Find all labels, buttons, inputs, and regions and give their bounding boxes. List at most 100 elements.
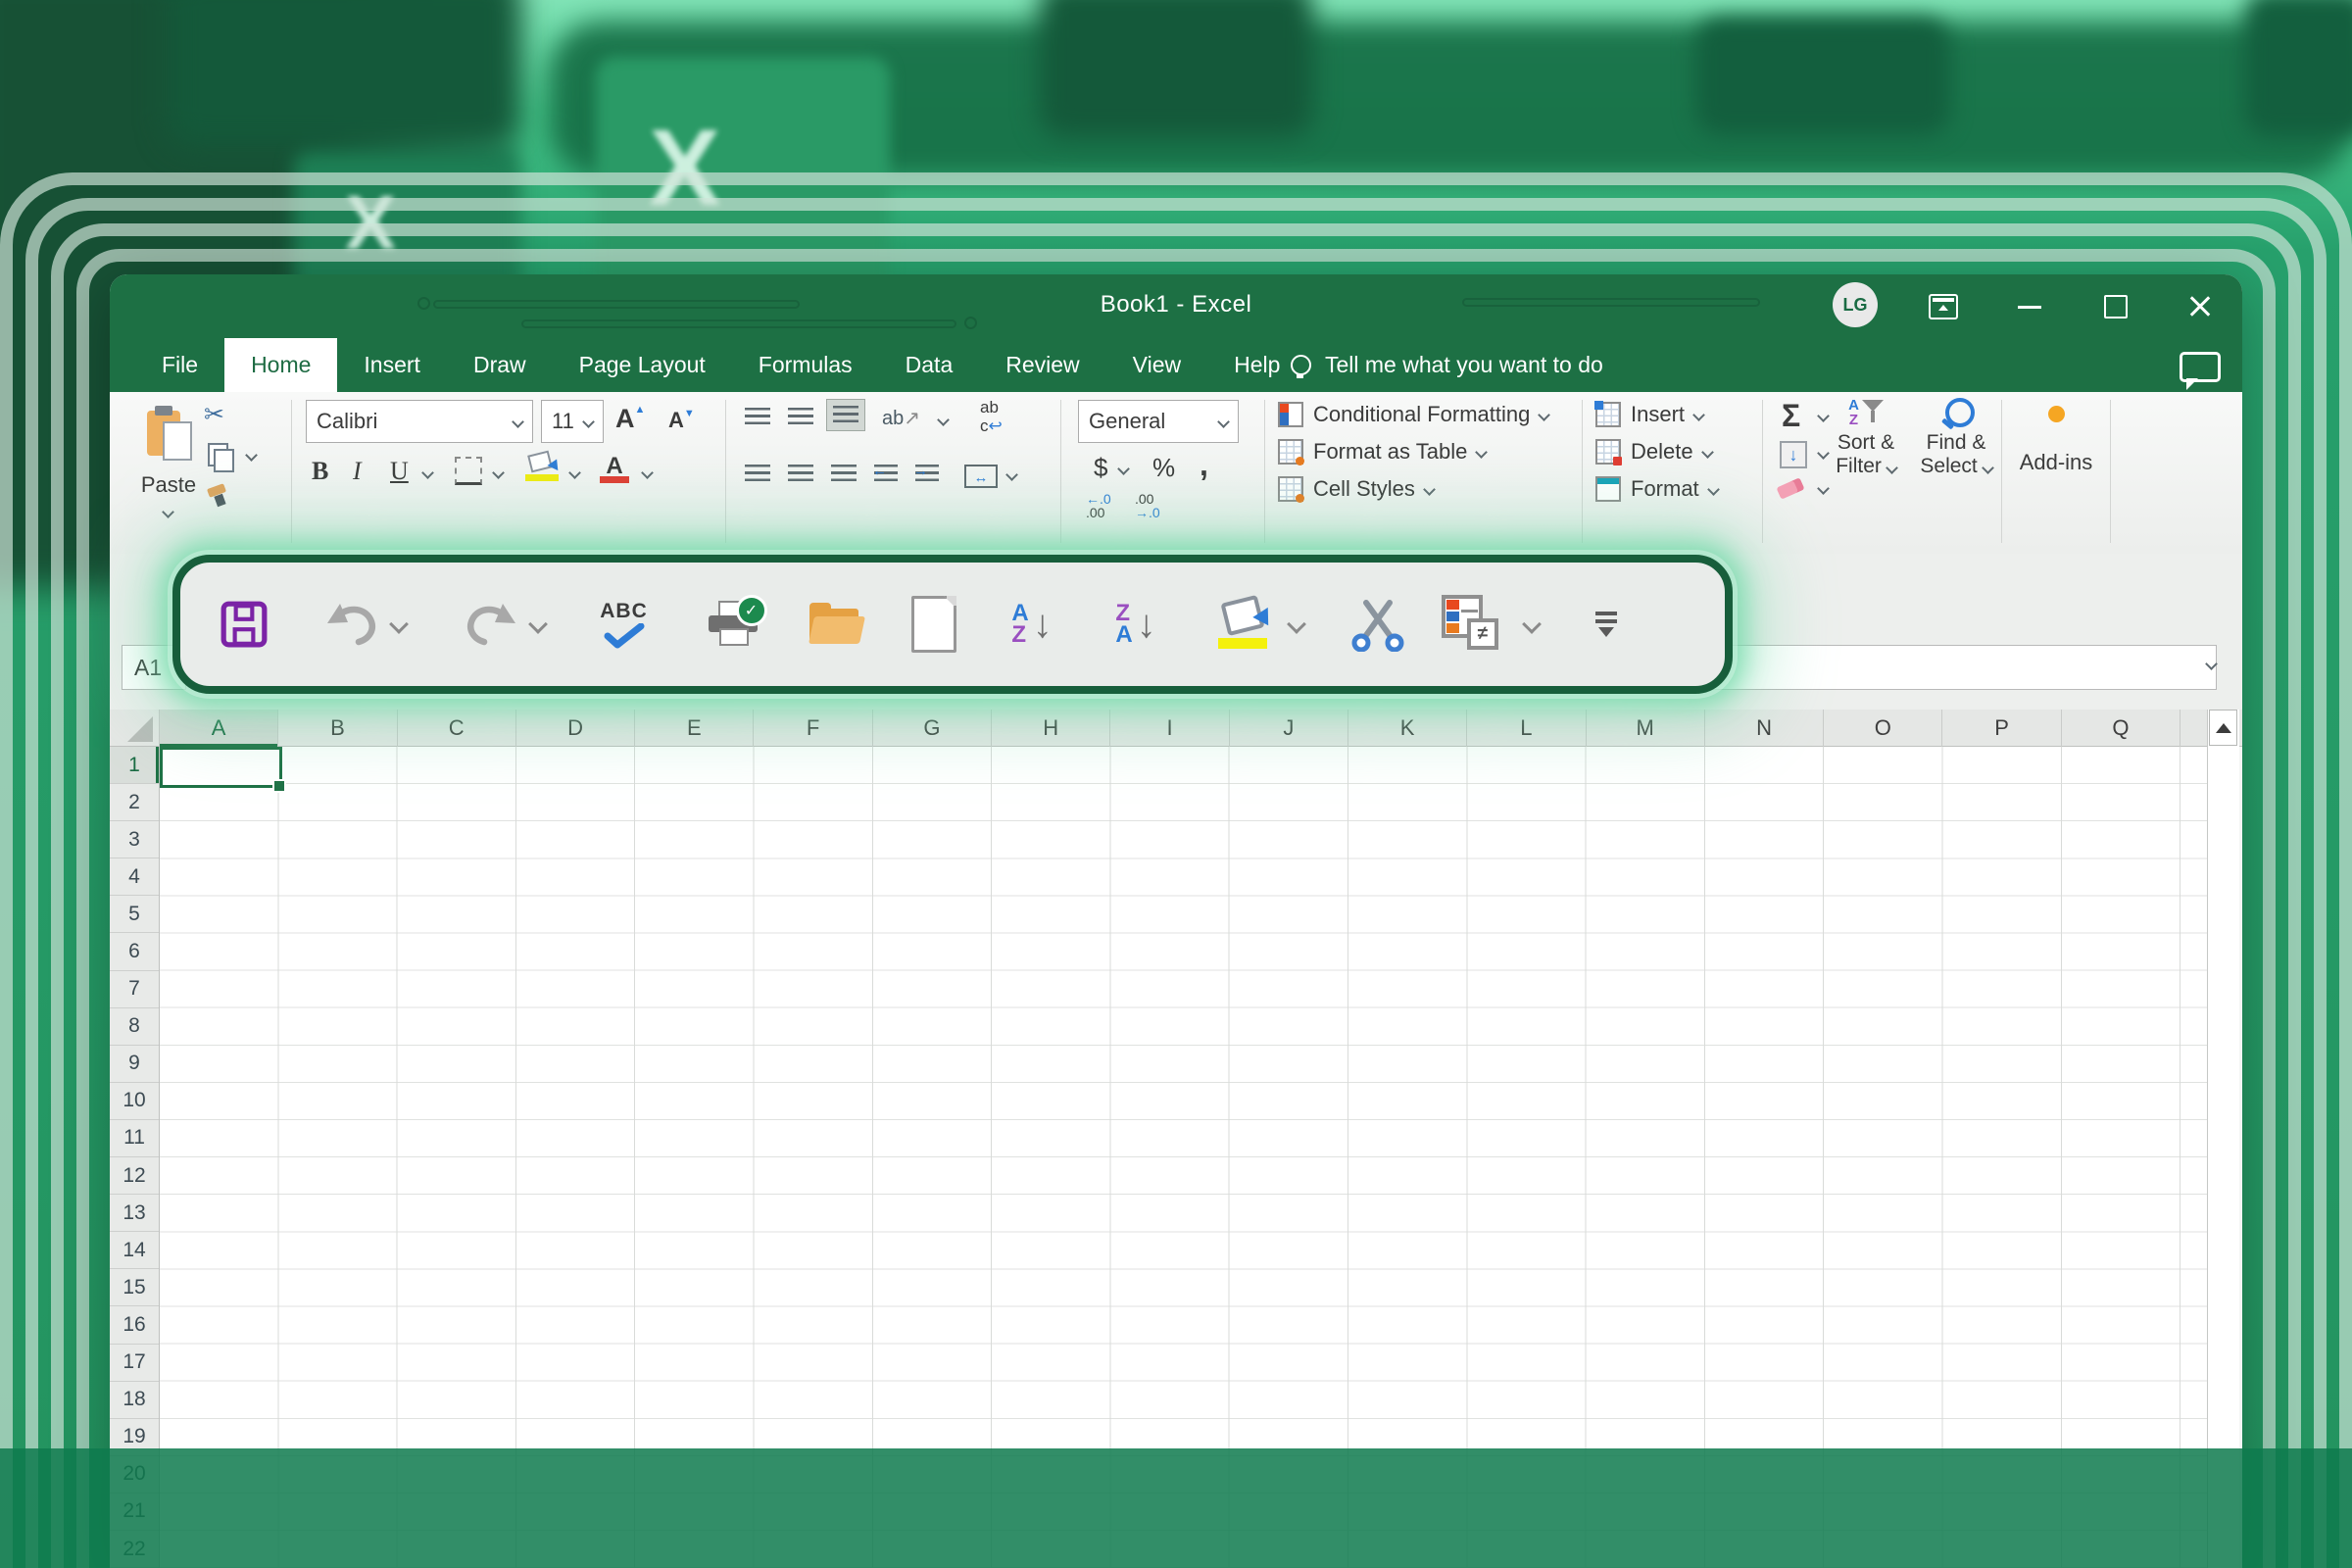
fill-color-button[interactable]: [1207, 563, 1282, 686]
comma-button[interactable]: ,: [1200, 447, 1208, 483]
undo-dropdown[interactable]: [384, 563, 414, 686]
bold-button[interactable]: B: [312, 457, 328, 486]
tab-formulas[interactable]: Formulas: [732, 338, 879, 392]
percent-button[interactable]: %: [1152, 453, 1175, 483]
tab-file[interactable]: File: [135, 338, 224, 392]
close-button[interactable]: [2185, 292, 2215, 321]
addins-button[interactable]: Add-ins: [2017, 406, 2095, 475]
comments-icon[interactable]: [2180, 352, 2221, 382]
row-header-9[interactable]: 9: [110, 1046, 159, 1083]
merge-center-dropdown[interactable]: [1005, 468, 1018, 481]
sort-filter-button[interactable]: AZ Sort & Filter: [1831, 398, 1901, 478]
currency-button[interactable]: $: [1094, 453, 1107, 483]
fill-dropdown[interactable]: [1817, 447, 1830, 460]
increase-decimal-button[interactable]: ←.0.00: [1086, 492, 1111, 519]
cut-button[interactable]: ✂: [204, 400, 224, 429]
column-header-M[interactable]: M: [1587, 710, 1705, 747]
open-folder-button[interactable]: [800, 563, 870, 686]
align-left-button[interactable]: [745, 465, 770, 483]
fill-color-dropdown[interactable]: [1282, 563, 1311, 686]
row-header-3[interactable]: 3: [110, 821, 159, 858]
underline-dropdown[interactable]: [421, 466, 434, 479]
column-header-I[interactable]: I: [1110, 710, 1229, 747]
column-header-O[interactable]: O: [1824, 710, 1942, 747]
customize-toolbar-button[interactable]: [1584, 563, 1629, 686]
tab-view[interactable]: View: [1106, 338, 1207, 392]
align-center-button[interactable]: [788, 465, 813, 483]
fill-down-button[interactable]: ↓: [1780, 441, 1807, 468]
autosum-button[interactable]: Σ: [1782, 398, 1800, 434]
column-header-A[interactable]: A: [160, 710, 278, 747]
row-header-8[interactable]: 8: [110, 1008, 159, 1046]
row-header-11[interactable]: 11: [110, 1120, 159, 1157]
format-as-table-button[interactable]: Format as Table: [1278, 439, 1486, 465]
merge-center-button[interactable]: ↔: [964, 465, 998, 488]
tab-insert[interactable]: Insert: [337, 338, 447, 392]
tab-data[interactable]: Data: [879, 338, 980, 392]
row-header-13[interactable]: 13: [110, 1195, 159, 1232]
copy-button[interactable]: [208, 443, 228, 466]
row-header-6[interactable]: 6: [110, 933, 159, 970]
redo-dropdown[interactable]: [523, 563, 553, 686]
column-header-D[interactable]: D: [516, 710, 635, 747]
new-document-button[interactable]: [902, 563, 966, 686]
sort-descending-button[interactable]: ZA ↓: [1098, 563, 1174, 686]
worksheet-grid[interactable]: [160, 747, 2207, 1568]
column-header-N[interactable]: N: [1705, 710, 1824, 747]
cut-button[interactable]: [1341, 563, 1415, 686]
undo-button[interactable]: [318, 563, 386, 686]
font-color-button[interactable]: A: [600, 453, 629, 484]
orientation-dropdown[interactable]: [937, 414, 950, 426]
column-header-F[interactable]: F: [754, 710, 872, 747]
cell-styles-button[interactable]: Cell Styles: [1278, 476, 1434, 502]
row-header-5[interactable]: 5: [110, 896, 159, 933]
conditional-formatting-dropdown[interactable]: [1517, 563, 1546, 686]
underline-button[interactable]: U: [390, 457, 409, 486]
fill-handle[interactable]: [272, 779, 286, 793]
row-header-2[interactable]: 2: [110, 784, 159, 821]
row-header-1[interactable]: 1: [110, 747, 159, 784]
spelling-button[interactable]: ABC: [587, 563, 661, 686]
insert-cells-button[interactable]: Insert: [1595, 402, 1703, 427]
font-color-dropdown[interactable]: [641, 466, 654, 479]
tell-me-search[interactable]: Tell me what you want to do: [1291, 338, 1603, 392]
borders-dropdown[interactable]: [492, 466, 505, 479]
find-select-button[interactable]: Find & Select: [1919, 398, 1993, 478]
minimize-button[interactable]: [2015, 292, 2044, 321]
scroll-up-button[interactable]: [2209, 710, 2237, 746]
font-name-select[interactable]: Calibri: [306, 400, 533, 443]
fill-color-dropdown[interactable]: [568, 466, 581, 479]
align-right-button[interactable]: [831, 465, 857, 483]
column-header-L[interactable]: L: [1467, 710, 1586, 747]
italic-button[interactable]: I: [353, 457, 362, 486]
increase-indent-button[interactable]: →: [915, 465, 939, 483]
tab-draw[interactable]: Draw: [447, 338, 553, 392]
column-header-G[interactable]: G: [873, 710, 992, 747]
decrease-indent-button[interactable]: ←: [874, 465, 898, 483]
delete-cells-button[interactable]: Delete: [1595, 439, 1712, 465]
select-all-button[interactable]: [110, 710, 160, 747]
format-painter-button[interactable]: [206, 486, 229, 508]
column-header-K[interactable]: K: [1348, 710, 1467, 747]
column-header-H[interactable]: H: [992, 710, 1110, 747]
row-header-16[interactable]: 16: [110, 1306, 159, 1344]
account-avatar[interactable]: LG: [1833, 282, 1878, 327]
tab-review[interactable]: Review: [979, 338, 1105, 392]
column-header-Q[interactable]: Q: [2062, 710, 2180, 747]
row-header-10[interactable]: 10: [110, 1083, 159, 1120]
row-header-17[interactable]: 17: [110, 1345, 159, 1382]
conditional-formatting-button[interactable]: ≠: [1433, 563, 1511, 686]
column-header-P[interactable]: P: [1942, 710, 2061, 747]
increase-font-button[interactable]: A▲: [615, 404, 645, 434]
align-top-button[interactable]: [745, 408, 770, 426]
conditional-formatting-button[interactable]: Conditional Formatting: [1278, 402, 1548, 427]
redo-button[interactable]: [457, 563, 525, 686]
print-preview-button[interactable]: ✓: [698, 563, 771, 686]
row-header-18[interactable]: 18: [110, 1382, 159, 1419]
tab-page-layout[interactable]: Page Layout: [553, 338, 732, 392]
fill-color-button[interactable]: [525, 453, 559, 484]
ribbon-display-options-button[interactable]: [1929, 292, 1958, 321]
save-button[interactable]: [210, 563, 278, 686]
clear-button[interactable]: [1776, 477, 1804, 499]
orientation-button[interactable]: ab↗: [882, 406, 920, 430]
